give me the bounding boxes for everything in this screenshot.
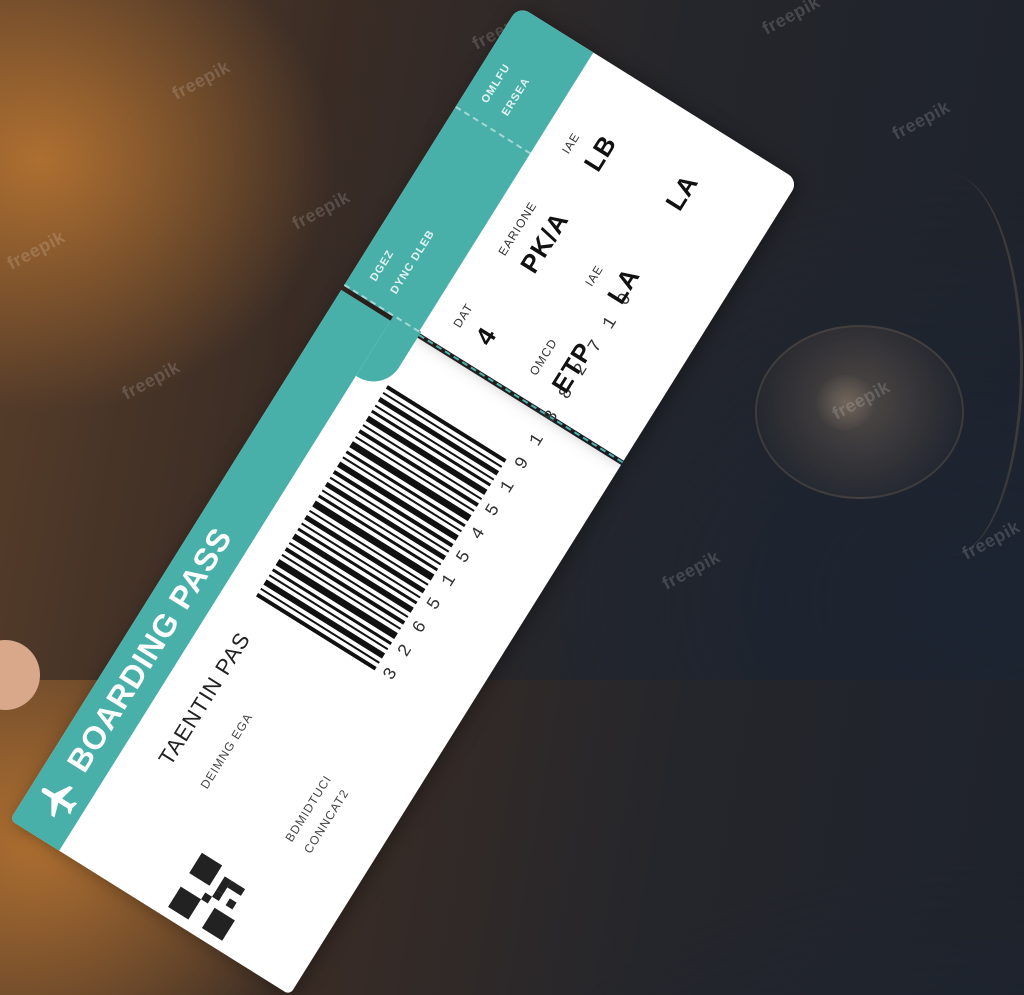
background-light-arc	[880, 175, 1023, 555]
watermark: freepik	[118, 356, 184, 404]
boarding-pass: BOARDING PASS DGEZ DYNC DLEB OMLFU ERSEA…	[10, 0, 820, 995]
watermark: freepik	[658, 546, 724, 594]
watermark: freepik	[168, 56, 234, 104]
thumb	[0, 640, 40, 710]
watermark: freepik	[758, 0, 824, 39]
watermark: freepik	[3, 226, 69, 274]
watermark: freepik	[888, 96, 954, 144]
watermark: freepik	[288, 186, 354, 234]
